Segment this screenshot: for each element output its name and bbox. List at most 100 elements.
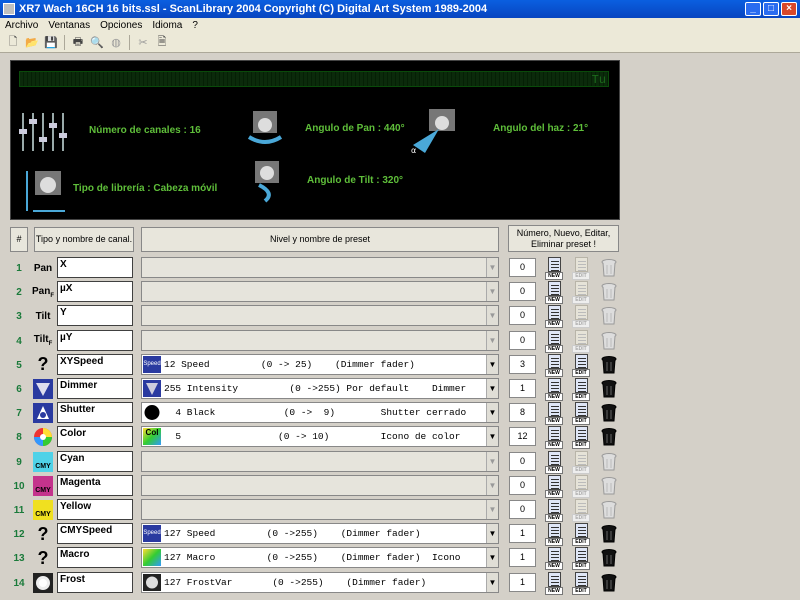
channel-name-field[interactable]: Macro	[57, 547, 133, 569]
preset-select[interactable]: ▼	[141, 474, 499, 496]
edit-preset-button[interactable]: EDIT	[572, 547, 590, 571]
edit-preset-button[interactable]: EDIT	[572, 571, 590, 595]
delete-preset-icon[interactable]	[600, 524, 618, 544]
preset-select[interactable]: ▼	[141, 305, 499, 327]
channel-name-field[interactable]: Y	[57, 305, 133, 327]
chevron-down-icon[interactable]: ▼	[486, 500, 498, 519]
edit-preset-button[interactable]: EDIT	[572, 378, 590, 401]
chevron-down-icon[interactable]: ▼	[486, 524, 498, 544]
edit-preset-button[interactable]: EDIT	[572, 523, 590, 547]
new-preset-button[interactable]: NEW	[545, 305, 563, 329]
new-preset-button[interactable]: NEW	[545, 571, 563, 595]
edit-preset-button[interactable]: EDIT	[572, 474, 590, 498]
menu-archivo[interactable]: Archivo	[0, 20, 43, 31]
delete-preset-icon[interactable]	[600, 379, 618, 399]
new-preset-button[interactable]: NEW	[545, 450, 563, 474]
channel-name-field[interactable]: XYSpeed	[57, 353, 133, 375]
new-preset-button[interactable]: NEW	[545, 281, 563, 305]
edit-preset-button[interactable]: EDIT	[572, 426, 590, 450]
document-icon[interactable]: 🗎	[153, 34, 171, 51]
chevron-down-icon[interactable]: ▼	[486, 451, 498, 471]
channel-name-field[interactable]: Frost	[57, 571, 133, 593]
edit-preset-button[interactable]: EDIT	[572, 353, 590, 377]
new-preset-button[interactable]: NEW	[545, 257, 563, 280]
new-preset-button[interactable]: NEW	[545, 547, 563, 571]
delete-preset-icon[interactable]	[600, 427, 618, 447]
edit-preset-button[interactable]: EDIT	[572, 305, 590, 329]
new-preset-button[interactable]: NEW	[545, 329, 563, 353]
delete-preset-icon[interactable]	[600, 476, 618, 496]
globe-icon[interactable]: ◍	[107, 34, 125, 51]
new-preset-button[interactable]: NEW	[545, 378, 563, 401]
delete-preset-icon[interactable]	[600, 500, 618, 520]
maximize-button[interactable]: □	[763, 2, 779, 16]
chevron-down-icon[interactable]: ▼	[486, 475, 498, 495]
preset-select[interactable]: 127 FrostVar (0 ->255) (Dimmer fader) ▼	[141, 571, 499, 593]
chevron-down-icon[interactable]: ▼	[486, 403, 498, 423]
minimize-button[interactable]: _	[745, 2, 761, 16]
menu-ventanas[interactable]: Ventanas	[43, 20, 95, 31]
edit-preset-button[interactable]: EDIT	[572, 499, 590, 522]
channel-name-field[interactable]: Magenta	[57, 474, 133, 496]
preset-select[interactable]: 255 Intensity (0 ->255) Por default Dimm…	[141, 378, 499, 399]
menu-opciones[interactable]: Opciones	[95, 20, 147, 31]
preset-select[interactable]: 4 Black (0 -> 9) Shutter cerrado ▼	[141, 402, 499, 424]
delete-preset-icon[interactable]	[600, 452, 618, 472]
new-preset-button[interactable]: NEW	[545, 353, 563, 377]
edit-preset-button[interactable]: EDIT	[572, 329, 590, 353]
new-preset-button[interactable]: NEW	[545, 474, 563, 498]
chevron-down-icon[interactable]: ▼	[486, 258, 498, 277]
print-icon[interactable]: 🖶	[69, 34, 87, 51]
edit-preset-button[interactable]: EDIT	[572, 402, 590, 426]
delete-preset-icon[interactable]	[600, 573, 618, 593]
chevron-down-icon[interactable]: ▼	[486, 306, 498, 326]
edit-preset-button[interactable]: EDIT	[572, 450, 590, 474]
chevron-down-icon[interactable]: ▼	[486, 282, 498, 302]
chevron-down-icon[interactable]: ▼	[486, 354, 498, 374]
edit-preset-button[interactable]: EDIT	[572, 257, 590, 280]
delete-preset-icon[interactable]	[600, 306, 618, 326]
chevron-down-icon[interactable]: ▼	[486, 427, 498, 447]
chevron-down-icon[interactable]: ▼	[486, 330, 498, 350]
delete-preset-icon[interactable]	[600, 403, 618, 423]
save-icon[interactable]: 💾	[42, 34, 60, 51]
preset-select[interactable]: ▼	[141, 450, 499, 472]
close-button[interactable]: ×	[781, 2, 797, 16]
channel-name-field[interactable]: Dimmer	[57, 378, 133, 399]
channel-name-field[interactable]: µY	[57, 329, 133, 351]
channel-name-field[interactable]: CMYSpeed	[57, 523, 133, 545]
delete-preset-icon[interactable]	[600, 331, 618, 351]
chevron-down-icon[interactable]: ▼	[486, 548, 498, 568]
channel-name-field[interactable]: µX	[57, 281, 133, 303]
chevron-down-icon[interactable]: ▼	[486, 379, 498, 398]
channel-name-field[interactable]: Shutter	[57, 402, 133, 424]
chevron-down-icon[interactable]: ▼	[486, 572, 498, 592]
new-preset-button[interactable]: NEW	[545, 402, 563, 426]
cut-icon[interactable]: ✂	[134, 34, 152, 51]
preset-select[interactable]: Speed 127 Speed (0 ->255) (Dimmer fader) ▼	[141, 523, 499, 545]
app-icon[interactable]	[3, 3, 15, 15]
menu-help[interactable]: ?	[187, 20, 203, 31]
new-preset-button[interactable]: NEW	[545, 523, 563, 547]
delete-preset-icon[interactable]	[600, 355, 618, 375]
channel-name-field[interactable]: Cyan	[57, 450, 133, 472]
channel-name-field[interactable]: X	[57, 257, 133, 278]
channel-name-field[interactable]: Color	[57, 426, 133, 448]
channel-name-field[interactable]: Yellow	[57, 499, 133, 520]
delete-preset-icon[interactable]	[600, 258, 618, 278]
menu-idioma[interactable]: Idioma	[147, 20, 187, 31]
new-file-icon[interactable]: 🗋	[4, 34, 22, 51]
new-preset-button[interactable]: NEW	[545, 499, 563, 522]
new-preset-button[interactable]: NEW	[545, 426, 563, 450]
preset-select[interactable]: ▼	[141, 499, 499, 520]
preset-select[interactable]: Col 5 (0 -> 10) Icono de color ▼	[141, 426, 499, 448]
preset-select[interactable]: ▼	[141, 257, 499, 278]
edit-preset-button[interactable]: EDIT	[572, 281, 590, 305]
preset-select[interactable]: ▼	[141, 329, 499, 351]
open-folder-icon[interactable]: 📂	[23, 34, 41, 51]
delete-preset-icon[interactable]	[600, 548, 618, 568]
print-preview-icon[interactable]: 🔍	[88, 34, 106, 51]
preset-select[interactable]: Speed 12 Speed (0 -> 25) (Dimmer fader) ▼	[141, 353, 499, 375]
preset-select[interactable]: ▼	[141, 281, 499, 303]
delete-preset-icon[interactable]	[600, 282, 618, 302]
